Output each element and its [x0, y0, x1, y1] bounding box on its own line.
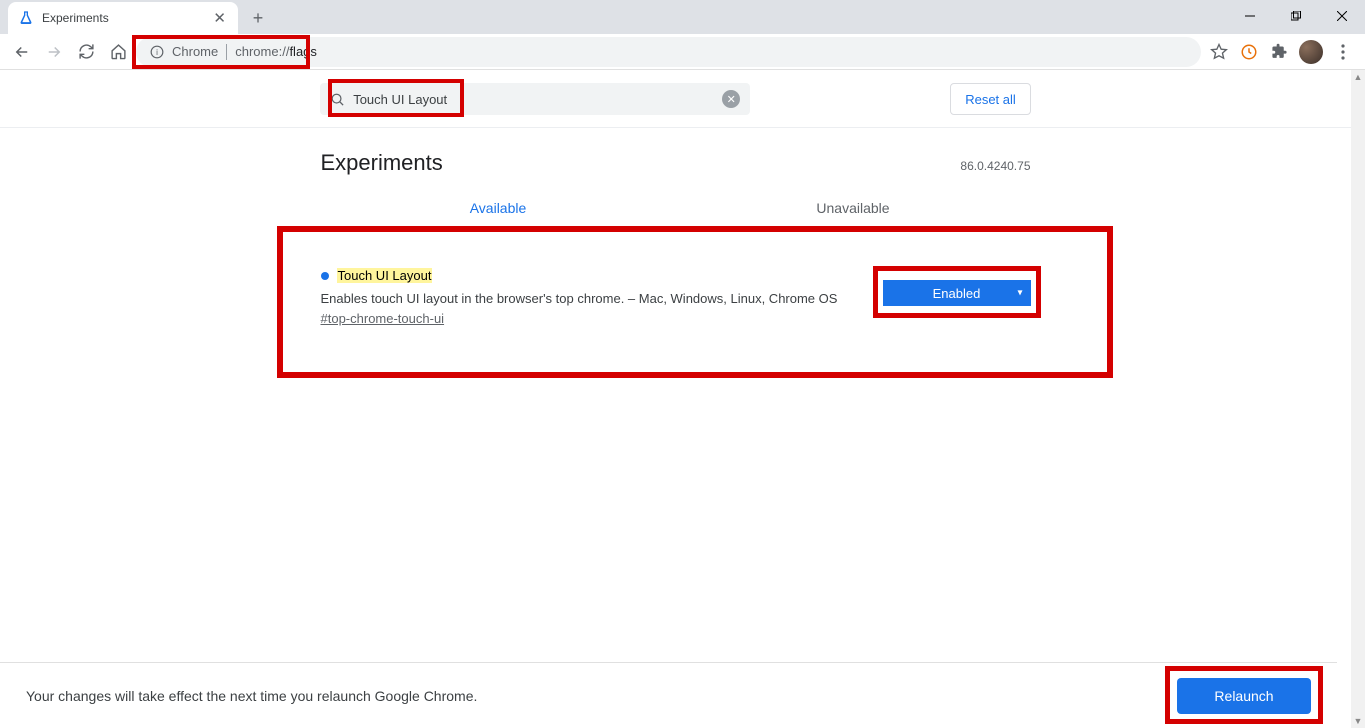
home-button[interactable] — [104, 38, 132, 66]
tab-available[interactable]: Available — [321, 186, 676, 232]
page-content: Touch UI Layout ✕ Reset all Experiments … — [0, 70, 1351, 728]
profile-avatar[interactable] — [1299, 40, 1323, 64]
flags-tabs: Available Unavailable — [321, 186, 1031, 232]
relaunch-button[interactable]: Relaunch — [1177, 678, 1311, 714]
extension-icon[interactable] — [1239, 42, 1259, 62]
extensions-puzzle-icon[interactable] — [1269, 42, 1289, 62]
address-bar[interactable]: i Chrome chrome://flags — [136, 37, 1201, 67]
reset-all-button[interactable]: Reset all — [950, 83, 1031, 115]
footer-message: Your changes will take effect the next t… — [26, 688, 477, 704]
maximize-button[interactable] — [1273, 0, 1319, 32]
omnibox-separator — [226, 44, 227, 60]
scroll-up-icon[interactable]: ▲ — [1351, 70, 1365, 84]
reload-button[interactable] — [72, 38, 100, 66]
minimize-button[interactable] — [1227, 0, 1273, 32]
back-button[interactable] — [8, 38, 36, 66]
flag-description: Enables touch UI layout in the browser's… — [321, 289, 863, 309]
flag-result: Touch UI Layout Enables touch UI layout … — [321, 232, 1031, 348]
flags-search-input[interactable]: Touch UI Layout ✕ — [320, 83, 750, 115]
modified-dot-icon — [321, 272, 329, 280]
svg-text:i: i — [156, 47, 158, 56]
address-bar-wrap: i Chrome chrome://flags — [136, 37, 1201, 67]
search-icon — [330, 92, 345, 107]
flags-search-row: Touch UI Layout ✕ Reset all — [0, 70, 1351, 128]
flag-anchor-link[interactable]: #top-chrome-touch-ui — [321, 311, 445, 326]
omnibox-url: chrome://flags — [235, 44, 317, 59]
close-window-button[interactable] — [1319, 0, 1365, 32]
tab-title: Experiments — [42, 11, 203, 25]
search-value: Touch UI Layout — [353, 92, 447, 107]
flag-state-select[interactable]: Enabled — [883, 280, 1031, 306]
bookmark-star-icon[interactable] — [1209, 42, 1229, 62]
flask-icon — [18, 10, 34, 26]
tab-close-button[interactable]: ✕ — [211, 9, 228, 27]
clear-search-button[interactable]: ✕ — [722, 90, 740, 108]
browser-tab[interactable]: Experiments ✕ — [8, 2, 238, 34]
flag-select-wrap: Enabled ▾ — [883, 280, 1031, 306]
scroll-down-icon[interactable]: ▼ — [1351, 714, 1365, 728]
new-tab-button[interactable]: + — [244, 4, 272, 32]
chrome-version: 86.0.4240.75 — [960, 159, 1030, 173]
tab-strip: Experiments ✕ + — [0, 0, 1365, 34]
omnibox-scheme-badge: Chrome — [172, 44, 218, 59]
flag-title: Touch UI Layout — [337, 268, 433, 283]
page-heading: Experiments — [321, 150, 443, 176]
browser-toolbar: i Chrome chrome://flags — [0, 34, 1365, 70]
window-controls — [1227, 0, 1365, 32]
kebab-menu-icon[interactable] — [1333, 42, 1353, 62]
search-box-wrap: Touch UI Layout ✕ — [320, 83, 750, 115]
forward-button[interactable] — [40, 38, 68, 66]
heading-row: Experiments 86.0.4240.75 — [321, 128, 1031, 186]
toolbar-actions — [1205, 40, 1357, 64]
tab-unavailable[interactable]: Unavailable — [676, 186, 1031, 232]
vertical-scrollbar[interactable]: ▲ ▼ — [1351, 70, 1365, 728]
relaunch-footer: Your changes will take effect the next t… — [0, 662, 1337, 728]
site-info-icon[interactable]: i — [150, 45, 164, 59]
